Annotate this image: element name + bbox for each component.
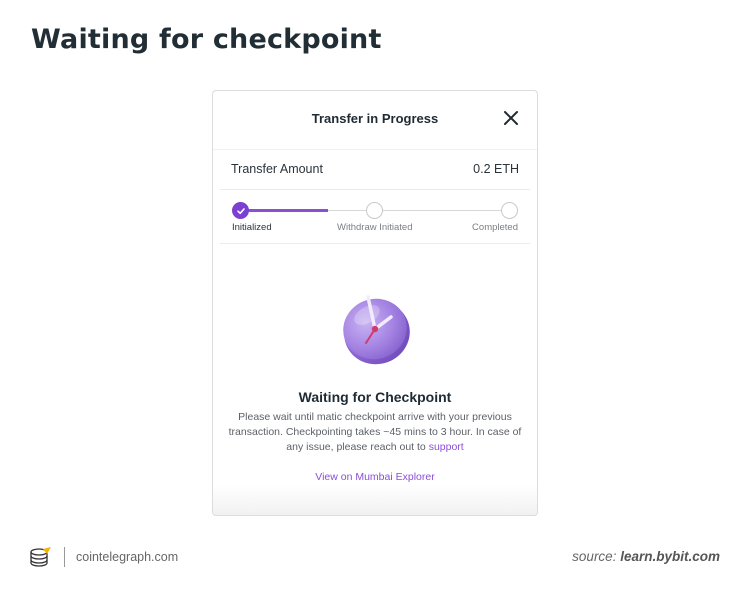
source-domain: learn.bybit.com bbox=[620, 549, 720, 564]
page-title: Waiting for checkpoint bbox=[31, 24, 382, 55]
step-withdraw-initiated-label: Withdraw Initiated bbox=[337, 222, 413, 233]
footer-brand: cointelegraph.com bbox=[29, 546, 178, 568]
footer-divider bbox=[64, 547, 65, 567]
step-completed-label: Completed bbox=[472, 222, 518, 233]
step-completed-dot bbox=[501, 202, 518, 219]
cointelegraph-logo-icon bbox=[30, 547, 51, 567]
status-description-text: Please wait until matic checkpoint arriv… bbox=[228, 411, 522, 453]
brand-text: cointelegraph.com bbox=[76, 550, 179, 564]
transfer-amount-row: Transfer Amount 0.2 ETH bbox=[220, 150, 530, 190]
status-title: Waiting for Checkpoint bbox=[298, 389, 452, 405]
stepper-progress-fill bbox=[240, 209, 328, 212]
modal-bottom-fade bbox=[213, 485, 537, 515]
view-on-explorer-link[interactable]: View on Mumbai Explorer bbox=[213, 471, 537, 483]
check-icon bbox=[236, 207, 245, 214]
modal-header: Transfer in Progress bbox=[213, 91, 537, 150]
transfer-amount-value: 0.2 ETH bbox=[473, 162, 519, 176]
modal-title: Transfer in Progress bbox=[311, 111, 439, 126]
progress-stepper: Initialized Withdraw Initiated Completed bbox=[220, 190, 530, 244]
transfer-modal: Transfer in Progress Transfer Amount 0.2… bbox=[212, 90, 538, 516]
support-link[interactable]: support bbox=[429, 441, 464, 453]
clock-icon bbox=[337, 289, 417, 369]
source-prefix: source: bbox=[572, 549, 617, 564]
step-withdraw-initiated-dot bbox=[366, 202, 383, 219]
status-description: Please wait until matic checkpoint arriv… bbox=[227, 410, 523, 455]
source-credit: source: learn.bybit.com bbox=[572, 549, 720, 564]
step-initialized-label: Initialized bbox=[232, 222, 272, 233]
transfer-amount-label: Transfer Amount bbox=[231, 162, 323, 176]
close-button[interactable] bbox=[501, 108, 521, 128]
step-initialized-dot bbox=[232, 202, 249, 219]
close-icon bbox=[504, 111, 518, 125]
